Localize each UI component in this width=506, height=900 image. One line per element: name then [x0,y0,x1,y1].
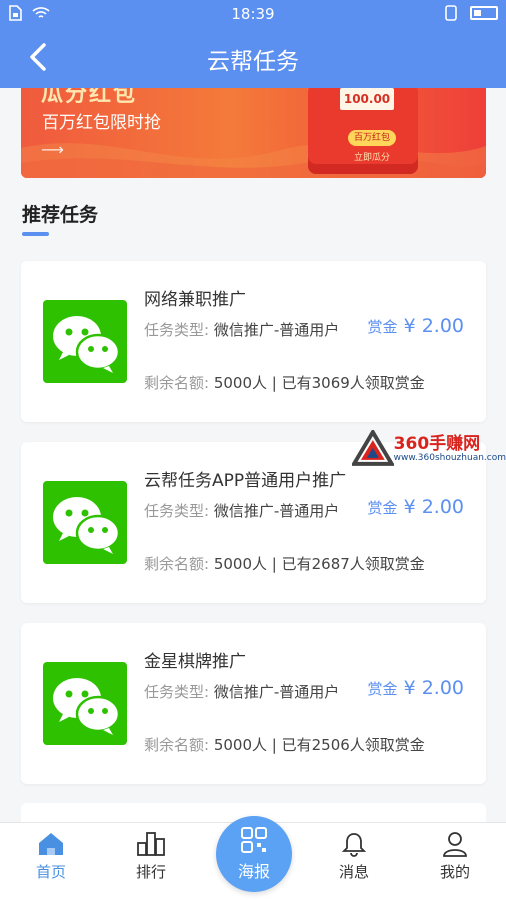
wechat-icon [43,662,127,745]
tab-poster-label: 海报 [237,862,270,881]
banner-title: 瓜分红包 [41,88,138,107]
red-envelope-illustration: 100.00 百万红包 立即瓜分 [308,88,418,174]
section-title: 推荐任务 [22,204,99,226]
rotation-lock-icon [445,5,457,21]
watermark-text: 360手赚网 [393,434,481,454]
task-card[interactable]: 网络兼职推广 任务类型: 微信推广-普通用户 赏金 ¥ 2.00 剩余名额: 50… [21,261,486,422]
qr-code-icon [241,827,267,853]
tab-rank[interactable]: 排行 [111,831,191,882]
watermark-logo-icon [352,430,394,466]
tab-messages[interactable]: 消息 [314,831,394,882]
task-reward: 赏金 ¥ 2.00 [367,677,464,699]
task-quota: 剩余名额: 5000人 | 已有2506人领取赏金 [144,736,425,754]
page-title: 云帮任务 [207,49,299,75]
task-reward: 赏金 ¥ 2.00 [367,496,464,518]
task-quota: 剩余名额: 5000人 | 已有3069人领取赏金 [144,374,425,392]
task-name: 网络兼职推广 [144,290,246,310]
task-type: 任务类型: 微信推广-普通用户 [144,683,340,701]
user-icon [443,832,467,857]
tab-poster[interactable]: 海报 [216,816,292,892]
section-underline [22,232,49,236]
task-quota: 剩余名额: 5000人 | 已有2687人领取赏金 [144,555,425,573]
tab-mine[interactable]: 我的 [415,831,495,882]
bell-icon [341,833,367,857]
watermark-url: www.360shouzhuan.com [393,453,506,463]
task-name: 金星棋牌推广 [144,652,246,672]
red-packet-banner[interactable]: 瓜分红包 百万红包限时抢 ⟶ 100.00 百万红包 立即瓜分 [21,88,486,178]
rank-bars-icon [137,832,165,856]
wechat-icon [43,481,127,564]
task-type: 任务类型: 微信推广-普通用户 [144,502,340,520]
battery-icon [470,6,498,20]
task-reward: 赏金 ¥ 2.00 [367,315,464,337]
tab-rank-label: 排行 [135,863,166,881]
tab-home-label: 首页 [35,863,66,881]
nav-bar: 云帮任务 [0,28,506,88]
status-time: 18:39 [231,5,275,23]
task-name: 云帮任务APP普通用户推广 [144,471,347,491]
tab-mine-label: 我的 [439,863,470,881]
task-type: 任务类型: 微信推广-普通用户 [144,321,340,339]
tab-home[interactable]: 首页 [11,831,91,882]
banner-subtitle: 百万红包限时抢 [42,113,161,133]
envelope-action: 立即瓜分 [353,153,390,163]
envelope-amount: 100.00 [340,88,394,110]
task-card[interactable]: 金星棋牌推广 任务类型: 微信推广-普通用户 赏金 ¥ 2.00 剩余名额: 50… [21,623,486,784]
home-icon [39,833,63,855]
wechat-icon [43,300,127,383]
watermark: 360手赚网 www.360shouzhuan.com [352,430,506,468]
status-bar: 18:39 [0,0,506,28]
envelope-label: 百万红包 [348,130,396,146]
tab-messages-label: 消息 [338,863,369,881]
arrow-right-icon: ⟶ [41,140,64,159]
